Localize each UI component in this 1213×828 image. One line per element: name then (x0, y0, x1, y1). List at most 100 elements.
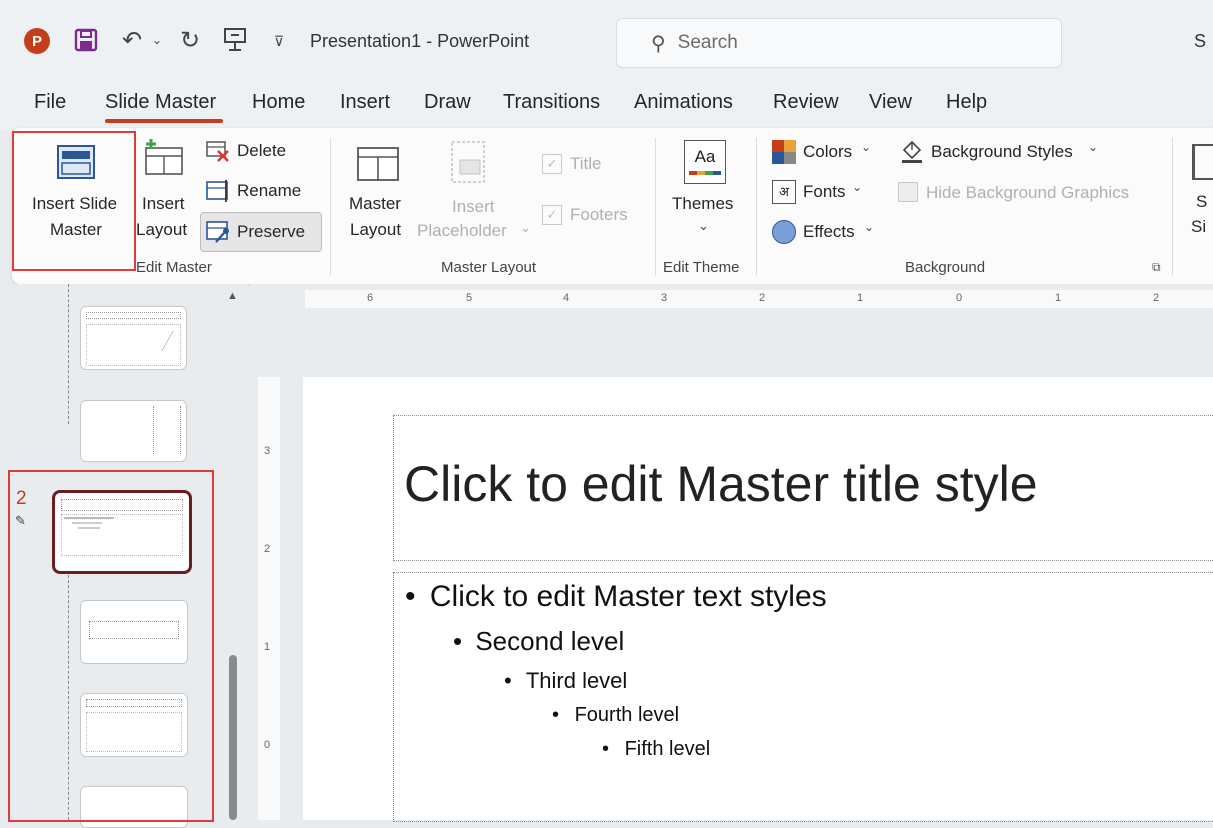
edit-master-group-label: Edit Master (136, 259, 212, 276)
master-layout-button[interactable]: Master Layout (340, 134, 416, 250)
insert-slide-master-highlight (12, 131, 136, 271)
ribbon-separator (655, 138, 656, 276)
bullet-dot: • (504, 668, 512, 693)
insert-placeholder-icon (450, 140, 486, 184)
tab-file[interactable]: File (34, 91, 66, 114)
slide-size-icon[interactable] (1192, 144, 1213, 180)
bullet-dot: • (602, 738, 610, 760)
bullet-dot: • (552, 704, 560, 726)
rename-label: Rename (237, 181, 302, 200)
background-styles-button[interactable]: Background Styles ⌄ (900, 138, 1110, 166)
master-layout-group-label: Master Layout (441, 259, 537, 276)
search-box[interactable]: ⚲ Search (616, 18, 1062, 68)
layout-thumbnail[interactable] (80, 306, 187, 370)
colors-button[interactable]: Colors ⌄ (772, 138, 882, 166)
layout-thumbnail[interactable] (80, 400, 187, 462)
hide-background-check-icon (898, 182, 918, 202)
paint-bucket-icon (900, 138, 924, 164)
undo-icon[interactable]: ↶ (118, 26, 146, 54)
bullet-dot: • (405, 580, 416, 613)
scroll-up-icon[interactable]: ▲ (227, 290, 238, 302)
user-initial[interactable]: S (1194, 31, 1206, 52)
themes-dropdown-icon: ⌄ (698, 218, 709, 233)
search-placeholder: Search (677, 32, 738, 53)
tab-animations[interactable]: Animations (634, 91, 733, 114)
undo-dropdown-icon[interactable]: ⌄ (150, 32, 164, 48)
ribbon-separator (1172, 138, 1173, 276)
save-icon[interactable] (74, 28, 98, 52)
effects-dropdown-icon: ⌄ (864, 220, 875, 234)
tab-insert[interactable]: Insert (340, 91, 390, 114)
insert-placeholder-button: Insert Placeholder ⌄ (414, 134, 534, 250)
tab-home[interactable]: Home (252, 91, 305, 114)
insert-placeholder-label-1: Insert (452, 197, 495, 216)
preserve-icon (206, 220, 232, 244)
tab-slide-master[interactable]: Slide Master (105, 91, 216, 114)
hide-background-graphics-label: Hide Background Graphics (926, 183, 1130, 202)
title-checkbox: ✓ Title (542, 152, 622, 178)
insert-layout-icon (138, 138, 186, 178)
ruler-mark: 1 (264, 641, 271, 653)
thumbnail-scrollbar[interactable]: ▲ (226, 290, 240, 820)
tab-transitions[interactable]: Transitions (503, 91, 600, 114)
footers-checkbox-label: Footers (570, 205, 628, 224)
search-icon: ⚲ (651, 32, 666, 55)
colors-dropdown-icon: ⌄ (861, 140, 872, 154)
bullet-level-1-text: Click to edit Master text styles (429, 580, 827, 613)
insert-layout-button[interactable]: Insert Layout (134, 134, 196, 244)
redo-icon[interactable]: ↻ (176, 26, 204, 54)
master-layout-label-2: Layout (350, 220, 402, 239)
insert-layout-label-1: Insert (142, 194, 185, 213)
master-title-text[interactable]: Click to edit Master title style (404, 455, 1038, 513)
bullet-dot: • (453, 626, 463, 656)
tab-view[interactable]: View (869, 91, 912, 114)
bullet-level-2[interactable]: • Second level (453, 626, 624, 657)
powerpoint-logo-icon: P (24, 28, 50, 54)
effects-button[interactable]: Effects ⌄ (772, 218, 882, 246)
rename-button[interactable]: Rename (204, 178, 314, 206)
slide-size-label-1[interactable]: S (1196, 192, 1207, 212)
master-layout-icon (356, 144, 400, 184)
effects-label: Effects (803, 222, 855, 241)
bullet-level-3[interactable]: • Third level (504, 668, 627, 694)
themes-button[interactable]: Aa Themes ⌄ (664, 134, 746, 250)
slide-size-label-2[interactable]: Si (1191, 217, 1206, 237)
delete-button[interactable]: Delete (204, 138, 304, 166)
themes-label: Themes (672, 194, 734, 213)
rename-icon (206, 179, 232, 203)
ruler-mark: 6 (367, 292, 374, 304)
preserve-button[interactable]: Preserve (200, 212, 322, 252)
bullet-level-5[interactable]: • Fifth level (602, 738, 710, 761)
fonts-dropdown-icon: ⌄ (852, 180, 863, 194)
customize-toolbar-icon[interactable]: ⊽ (270, 32, 288, 50)
horizontal-ruler: 6 5 4 3 2 1 0 1 2 (305, 290, 1213, 308)
ribbon-separator (756, 138, 757, 276)
tab-help[interactable]: Help (946, 91, 987, 114)
tab-draw[interactable]: Draw (424, 91, 471, 114)
background-styles-label: Background Styles (931, 142, 1073, 161)
window-title: Presentation1 - PowerPoint (310, 31, 530, 51)
master-layout-label-1: Master (349, 194, 401, 213)
ruler-mark: 1 (857, 292, 864, 304)
scroll-thumb[interactable] (229, 655, 237, 820)
ruler-mark: 1 (1055, 292, 1062, 304)
ruler-mark: 2 (1153, 292, 1160, 304)
themes-glyph: Aa (694, 147, 716, 166)
hide-background-graphics-checkbox: Hide Background Graphics (898, 180, 1158, 206)
footers-checkbox: ✓ Footers (542, 203, 642, 229)
footers-check-icon: ✓ (542, 205, 562, 225)
tab-review[interactable]: Review (773, 91, 839, 114)
bullet-level-4[interactable]: • Fourth level (552, 704, 679, 727)
bullet-level-1[interactable]: • Click to edit Master text styles (405, 580, 827, 614)
fonts-icon: अ (772, 180, 796, 204)
ruler-mark: 5 (466, 292, 473, 304)
presenter-icon[interactable] (222, 26, 248, 52)
background-styles-dropdown-icon: ⌄ (1088, 140, 1099, 154)
effects-icon (772, 220, 796, 244)
dialog-launcher-icon[interactable]: ⧉ (1152, 260, 1166, 274)
bullet-level-2-text: Second level (475, 626, 625, 656)
fonts-button[interactable]: अ Fonts ⌄ (772, 178, 872, 206)
themes-icon: Aa (684, 140, 726, 184)
delete-label: Delete (237, 141, 287, 160)
colors-icon (772, 140, 796, 164)
